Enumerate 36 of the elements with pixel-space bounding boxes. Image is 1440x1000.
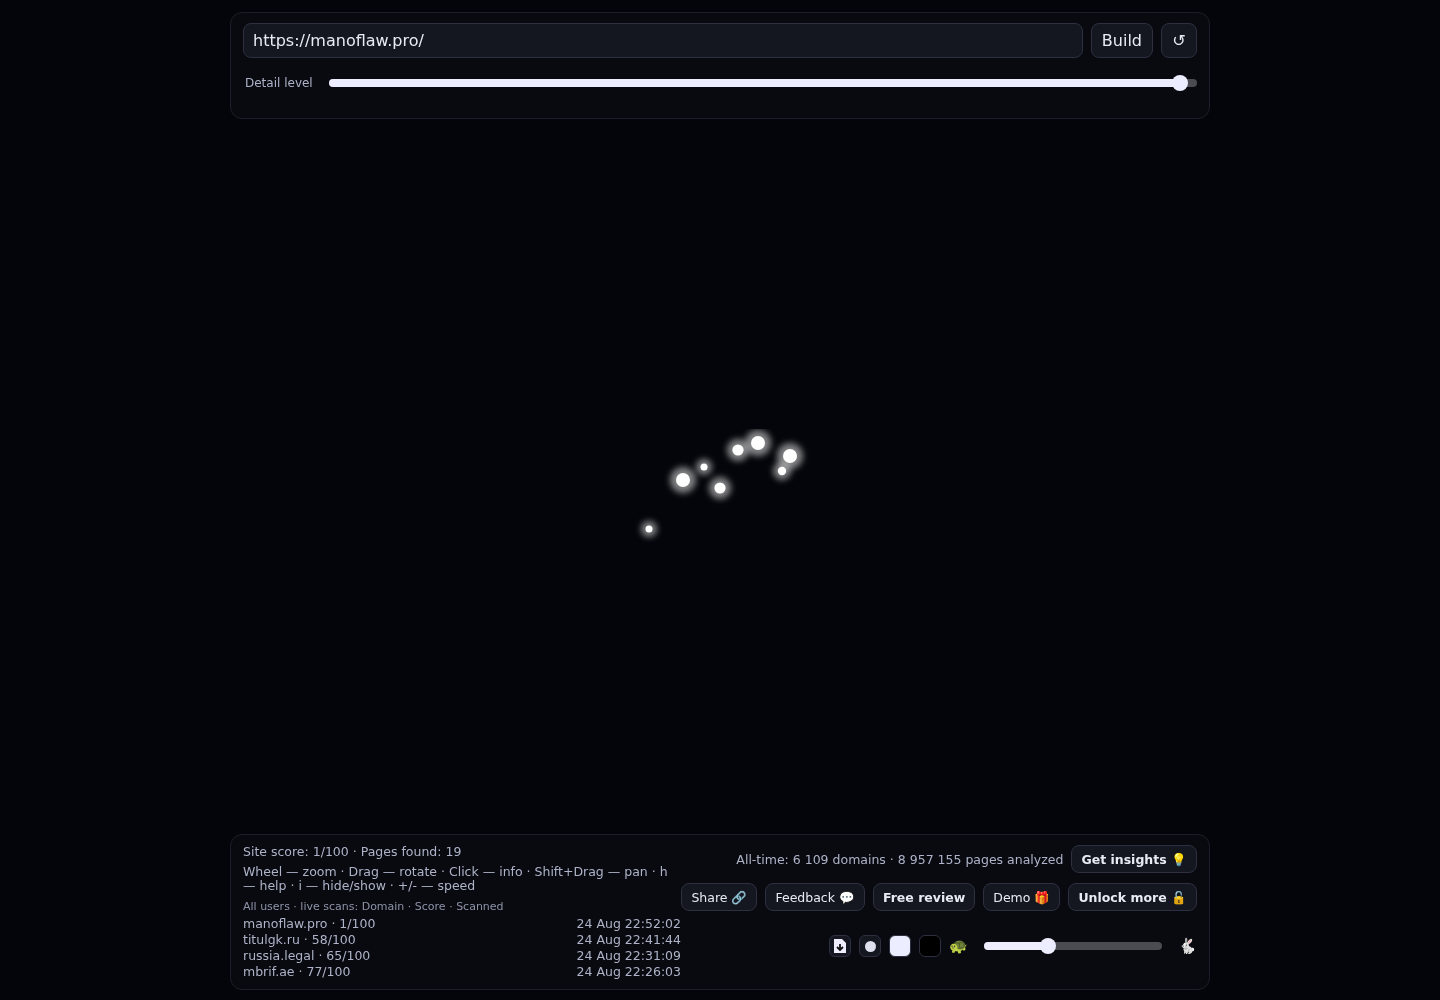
action-button[interactable]: Unlock more 🔓 [1068, 883, 1197, 911]
url-field[interactable]: https://manoflaw.pro/ [243, 23, 1083, 58]
scan-domain: mbrif.ae · 77/100 [243, 964, 351, 980]
scan-domain: titulgk.ru · 58/100 [243, 932, 356, 948]
scan-time: 24 Aug 22:26:03 [576, 964, 681, 980]
node[interactable] [727, 439, 749, 461]
site-summary: Site score: 1/100 · Pages found: 19 [243, 844, 463, 859]
scan-time: 24 Aug 22:41:44 [576, 932, 681, 948]
node[interactable] [777, 443, 803, 469]
scan-time: 24 Aug 22:52:02 [576, 916, 681, 932]
turtle-label: 🐢 [949, 937, 968, 955]
reset-button[interactable]: ↺ [1161, 23, 1197, 58]
action-button[interactable]: Feedback 💬 [765, 883, 865, 911]
node[interactable] [670, 467, 696, 493]
help-text: Wheel — zoom · Drag — rotate · Click — info · Shift+Drag — pan · h — help · i — hide/show · +/- — speed [243, 865, 669, 893]
node[interactable] [773, 462, 791, 480]
node[interactable] [641, 521, 657, 537]
action-button[interactable]: Demo 🎁 [983, 883, 1061, 911]
action-button[interactable]: Free review [872, 883, 976, 911]
scan-domain: manoflaw.pro · 1/100 [243, 916, 376, 932]
scan-time: 24 Aug 22:31:09 [576, 948, 681, 964]
node[interactable] [709, 477, 731, 499]
dot-toggle-icon[interactable] [859, 935, 881, 957]
dark-swatch[interactable] [919, 935, 941, 957]
detail-level-label: Detail level [245, 76, 313, 90]
build-button[interactable]: Build [1090, 23, 1153, 58]
rabbit-label: 🐇 [1178, 937, 1197, 955]
node[interactable] [745, 430, 771, 456]
action-button[interactable]: Share 🔗 [681, 883, 758, 911]
all-time-stats: All-time: 6 109 domains · 8 957 155 pages analyzed [736, 851, 1064, 867]
light-swatch[interactable] [889, 935, 911, 957]
scans-heading: All users · live scans: Domain · Score · Scanned [243, 900, 505, 913]
scan-domain: russia.legal · 65/100 [243, 948, 371, 964]
node[interactable] [696, 459, 712, 475]
insights-button[interactable]: Get insights 💡 [1071, 845, 1197, 873]
download-icon[interactable] [829, 935, 851, 957]
